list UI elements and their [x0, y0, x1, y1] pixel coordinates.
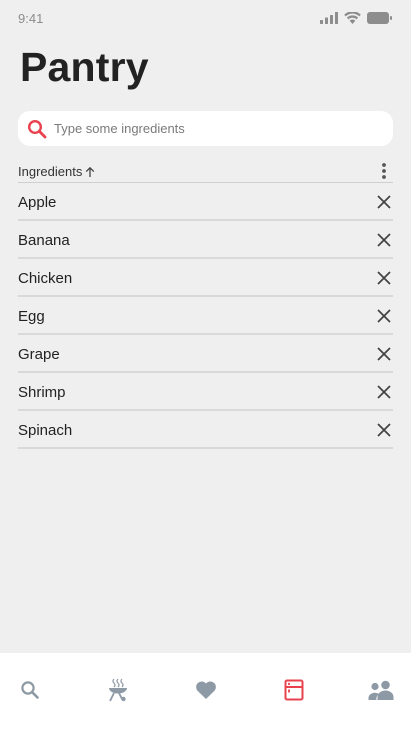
cellular-signal-icon [320, 12, 338, 24]
fridge-icon [284, 679, 304, 701]
battery-icon [367, 12, 392, 24]
ingredient-name: Shrimp [18, 384, 66, 401]
search-box[interactable] [18, 111, 393, 146]
ingredient-row: Banana [18, 221, 393, 259]
status-bar: 9:41 [0, 0, 411, 38]
tab-favorites[interactable] [193, 677, 219, 703]
ingredient-row: Egg [18, 297, 393, 335]
remove-ingredient-button[interactable] [377, 423, 391, 437]
remove-ingredient-button[interactable] [377, 309, 391, 323]
heart-icon [196, 681, 216, 699]
remove-ingredient-button[interactable] [377, 195, 391, 209]
remove-ingredient-button[interactable] [377, 271, 391, 285]
page-title: Pantry [20, 44, 149, 90]
tab-community[interactable] [368, 677, 394, 703]
ingredient-row: Apple [18, 183, 393, 221]
ingredient-name: Egg [18, 308, 45, 325]
remove-ingredient-button[interactable] [377, 233, 391, 247]
sort-by-ingredients-button[interactable]: Ingredients [18, 164, 96, 179]
column-header-label: Ingredients [18, 164, 83, 179]
search-icon [27, 119, 47, 139]
remove-ingredient-button[interactable] [377, 347, 391, 361]
ingredient-name: Grape [18, 346, 60, 363]
tab-grill[interactable] [105, 677, 131, 703]
ingredient-name: Spinach [18, 422, 73, 439]
wifi-icon [344, 12, 361, 24]
ingredient-row: Shrimp [18, 373, 393, 411]
ingredient-row: Spinach [18, 411, 393, 449]
tab-pantry[interactable] [281, 677, 307, 703]
more-vertical-icon[interactable] [379, 161, 389, 181]
ingredient-name: Chicken [18, 270, 73, 287]
search-input[interactable] [54, 111, 374, 146]
ingredient-list: Apple Banana Chicken Egg Grape Shrimp Sp… [18, 183, 393, 449]
tab-search[interactable] [17, 677, 43, 703]
arrow-up-icon [86, 166, 95, 177]
grill-icon [109, 678, 127, 702]
ingredient-row: Chicken [18, 259, 393, 297]
status-time: 9:41 [18, 11, 44, 26]
list-header: Ingredients [18, 159, 393, 183]
search-icon [21, 681, 39, 699]
ingredient-name: Banana [18, 232, 70, 249]
people-icon [368, 680, 394, 700]
remove-ingredient-button[interactable] [377, 385, 391, 399]
ingredient-row: Grape [18, 335, 393, 373]
tab-bar [0, 653, 411, 731]
status-icons [320, 12, 392, 24]
ingredient-name: Apple [18, 194, 57, 211]
